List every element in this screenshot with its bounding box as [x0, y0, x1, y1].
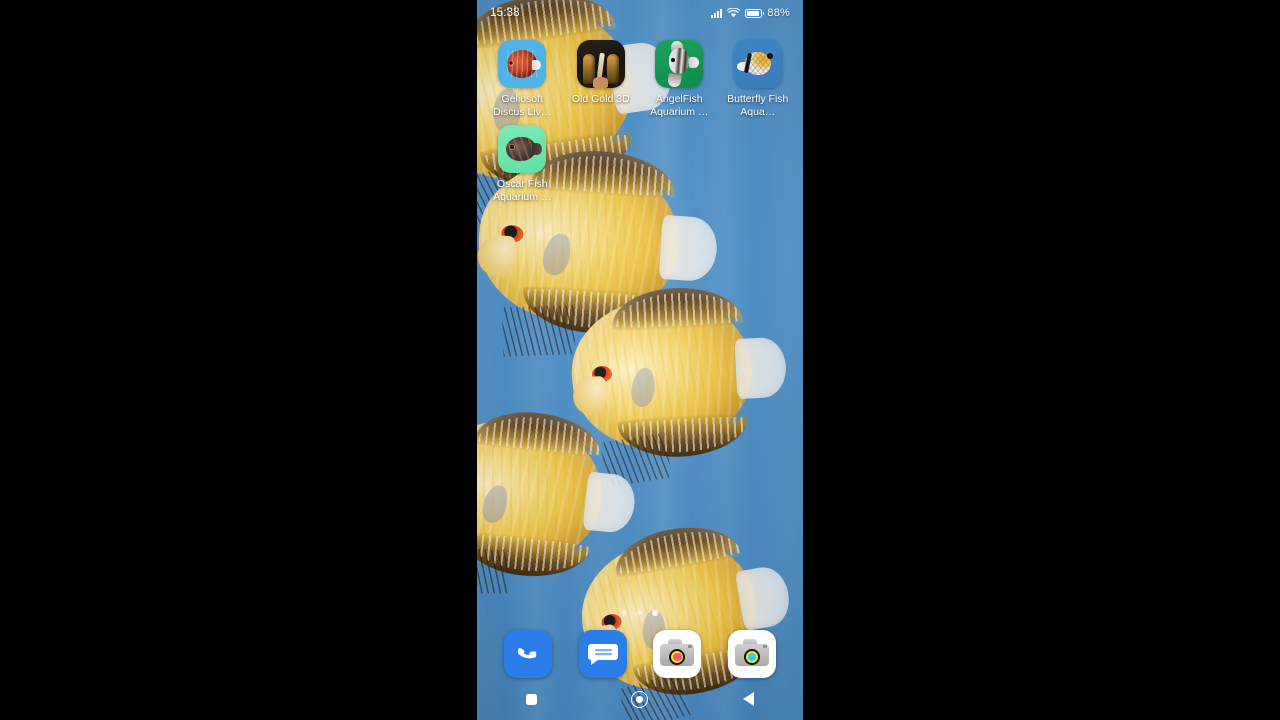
butterfly-fish-aquarium-icon[interactable]: [733, 40, 782, 88]
battery-percent: 88%: [767, 7, 790, 19]
status-clock: 15:38: [490, 7, 520, 19]
messages-icon[interactable]: [578, 630, 627, 678]
app-label: Geliosoft Discus Liv…: [493, 93, 552, 118]
speech-bubble-glyph: [587, 642, 618, 672]
circle-icon: [631, 690, 649, 708]
app-butterfly-fish-aquarium[interactable]: Butterfly Fish Aqua…: [719, 40, 798, 119]
page-dot[interactable]: [622, 610, 627, 615]
recents-button[interactable]: [508, 678, 554, 720]
app-label: Oscar Fish Aquarium …: [493, 178, 552, 203]
phone-icon[interactable]: [504, 630, 553, 678]
app-grid: Geliosoft Discus Liv… Old Gold 3D AngelF…: [477, 40, 803, 204]
angelfish-aquarium-icon[interactable]: [655, 40, 704, 88]
dock: [477, 630, 803, 678]
navigation-bar: [477, 678, 803, 720]
camera-lens-glyph: [743, 649, 760, 665]
camera-lens-center: [747, 652, 756, 662]
triangle-back-icon: [743, 692, 755, 706]
status-indicators: 88%: [710, 7, 790, 19]
page-dot[interactable]: [637, 610, 642, 615]
status-bar: 15:38 88%: [477, 0, 803, 26]
camera-icon[interactable]: [727, 630, 776, 678]
app-label: Butterfly Fish Aqua…: [727, 93, 789, 118]
app-old-gold-3d[interactable]: Old Gold 3D: [562, 40, 641, 119]
page-indicator[interactable]: [477, 610, 803, 616]
wifi-icon: [727, 8, 741, 18]
battery-icon: [745, 8, 765, 18]
square-icon: [525, 693, 537, 705]
old-gold-3d-icon[interactable]: [576, 40, 625, 88]
app-label: Old Gold 3D: [571, 93, 630, 105]
handset-glyph: [512, 637, 545, 670]
screenshot-canvas: 15:38 88% Geliosoft Discus Liv… Old Gold…: [0, 0, 1280, 720]
camera-nub-glyph: [762, 645, 767, 648]
app-label: AngelFish Aquarium …: [650, 93, 709, 118]
phone-screen: 15:38 88% Geliosoft Discus Liv… Old Gold…: [477, 0, 803, 720]
page-dot-active[interactable]: [652, 610, 658, 616]
oscar-fish-aquarium-icon[interactable]: [498, 125, 547, 173]
app-geliosoft-discus[interactable]: Geliosoft Discus Liv…: [483, 40, 562, 119]
app-angelfish-aquarium[interactable]: AngelFish Aquarium …: [640, 40, 719, 119]
back-button[interactable]: [726, 678, 772, 720]
app-oscar-fish-aquarium[interactable]: Oscar Fish Aquarium …: [483, 125, 562, 204]
signal-bars-icon: [710, 8, 723, 18]
camera-nub-glyph: [688, 645, 693, 648]
geliosoft-discus-icon[interactable]: [498, 40, 547, 88]
camera-icon[interactable]: [653, 630, 702, 678]
camera-lens-center: [673, 652, 682, 662]
home-button[interactable]: [617, 678, 663, 720]
